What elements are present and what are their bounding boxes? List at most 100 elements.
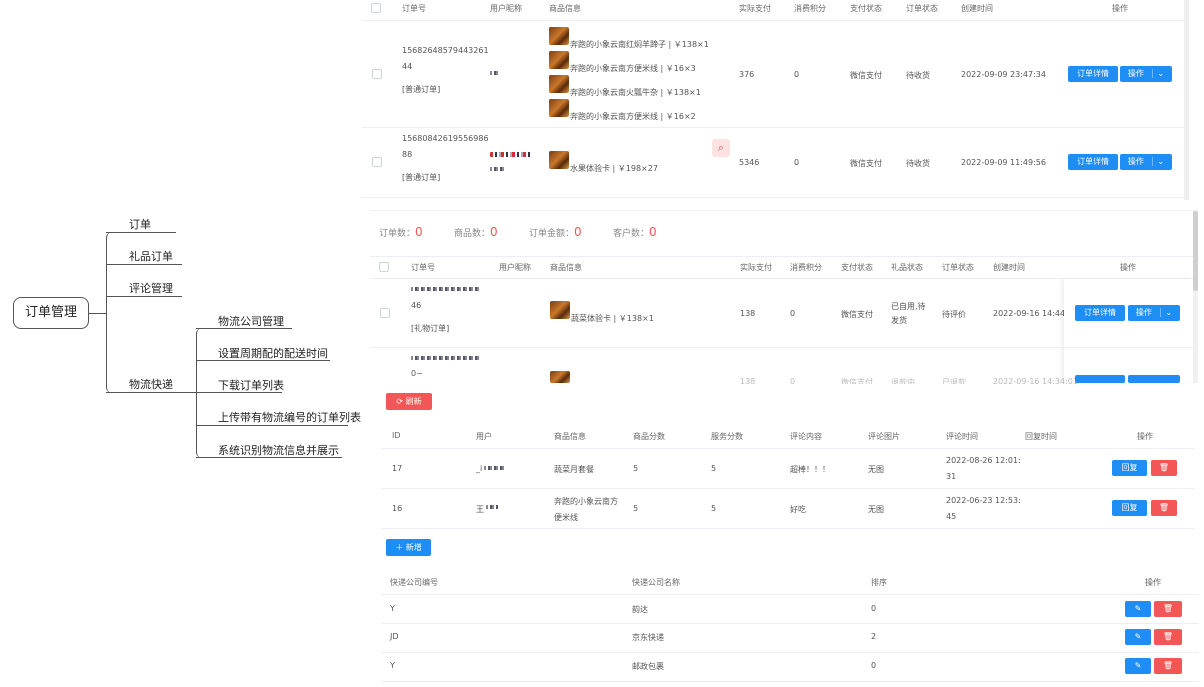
row-checkbox[interactable]	[372, 69, 382, 79]
comment-time: 2022-08-26 12:01:	[946, 456, 1021, 465]
order-type: [普通订单]	[402, 173, 441, 182]
service-score: 5	[711, 464, 717, 473]
mindmap-node-order: 订单	[129, 218, 151, 231]
order-type: [普通订单]	[402, 85, 441, 94]
created-time: 2022-09-09 11:49:56	[961, 158, 1046, 167]
express-sort: 0	[871, 604, 877, 613]
trash-icon[interactable]: 🗑	[1154, 658, 1182, 674]
col-header: 支付状态	[841, 263, 873, 272]
comment-image: 无图	[868, 465, 884, 474]
edit-icon[interactable]: ✎	[1125, 658, 1151, 674]
comment-content: 好吃	[790, 505, 806, 514]
trash-icon[interactable]: 🗑	[1154, 601, 1182, 617]
select-all-checkbox[interactable]	[379, 262, 389, 272]
operation-label: 操作	[1135, 308, 1152, 317]
edit-icon[interactable]: ✎	[1125, 601, 1151, 617]
col-header: 商品信息	[550, 263, 582, 272]
add-label: 新增	[405, 543, 422, 552]
col-header: 操作	[1120, 263, 1136, 272]
reply-button[interactable]: 回复	[1112, 500, 1147, 516]
refresh-button[interactable]: ⟳ 刷新	[386, 393, 432, 410]
operation-dropdown-button[interactable]: 操作 ⌄	[1128, 305, 1180, 321]
product-thumbnail	[549, 75, 569, 93]
col-header: ID	[392, 431, 401, 440]
col-header: 商品信息	[554, 432, 586, 441]
reply-button[interactable]: 回复	[1112, 460, 1147, 476]
goods-score: 5	[633, 504, 639, 513]
divider	[381, 652, 1199, 653]
goods-info: 奔跑的小象云南方	[554, 497, 618, 506]
express-panel: ＋ 新增 快递公司编号 快递公司名称 排序 操作 Y 韵达 0 ✎ 🗑 JD 京…	[381, 534, 1199, 684]
scrollbar-thumb[interactable]	[1193, 211, 1198, 291]
scrollbar[interactable]	[1193, 211, 1198, 383]
connector	[106, 232, 176, 233]
goods-info: 便米线	[554, 513, 578, 522]
pay-status: 微信支付	[850, 71, 882, 80]
col-header: 订单状态	[942, 263, 974, 272]
col-header: 订单状态	[906, 4, 938, 13]
select-all-checkbox[interactable]	[371, 3, 381, 13]
stat-order-count: 订单数：0	[379, 225, 423, 239]
mindmap-node-upload-orders: 上传带有物流编号的订单列表	[218, 411, 361, 424]
comment-id: 16	[392, 504, 403, 513]
col-header: 快递公司名称	[632, 578, 680, 587]
pay-status: 微信支付	[850, 159, 882, 168]
order-number: 44	[402, 62, 413, 71]
row-checkbox[interactable]	[372, 157, 382, 167]
refresh-label: 刷新	[405, 397, 422, 406]
order-status: 待收货	[906, 159, 930, 168]
trash-icon[interactable]: 🗑	[1151, 500, 1177, 516]
gift-orders-panel: 订单数：0 商品数：0 订单金额：0 客户数：0 订单号 用户昵称 商品信息 实…	[370, 210, 1198, 387]
row-checkbox[interactable]	[380, 308, 390, 318]
mindmap-node-download-orders: 下载订单列表	[218, 379, 284, 392]
order-number-obscured	[411, 356, 481, 360]
connector	[196, 425, 348, 426]
operation-dropdown-button[interactable]: 操作 ⌄	[1120, 154, 1172, 170]
user-obscured	[484, 466, 506, 470]
col-header: 商品分数	[633, 432, 665, 441]
operation-dropdown-button[interactable]: 操作 ⌄	[1120, 66, 1172, 82]
connector	[196, 328, 207, 458]
divider	[362, 20, 1189, 21]
product-info: 奔跑的小象云南红焖羊蹄子 | ￥138×1	[570, 40, 709, 49]
plus-icon: ＋	[395, 543, 404, 552]
col-header: 商品信息	[549, 4, 581, 13]
col-header: 快递公司编号	[390, 578, 438, 587]
divider	[381, 594, 1199, 595]
service-score: 5	[711, 504, 717, 513]
comment-time: 45	[946, 512, 957, 521]
connector	[106, 392, 196, 393]
mindmap-node-logistics: 物流快递	[129, 378, 173, 391]
scrollbar[interactable]	[1184, 0, 1189, 200]
operation-label: 操作	[1127, 69, 1144, 78]
order-type: [礼物订单]	[411, 324, 450, 333]
order-detail-button[interactable]	[1075, 375, 1125, 383]
product-info: 奔跑的小象云南方便米线 | ￥16×2	[570, 112, 696, 121]
add-button[interactable]: ＋ 新增	[386, 539, 431, 556]
col-header: 订单号	[411, 263, 435, 272]
trash-icon[interactable]: 🗑	[1151, 460, 1177, 476]
order-detail-button[interactable]: 订单详情	[1068, 66, 1118, 82]
order-number-obscured	[411, 287, 481, 291]
operation-dropdown-button[interactable]	[1128, 375, 1180, 383]
col-header: 创建时间	[993, 263, 1025, 272]
product-info: 奔跑的小象云南方便米线 | ￥16×3	[570, 64, 696, 73]
gift-status: 已自用,待	[891, 302, 926, 311]
order-detail-button[interactable]: 订单详情	[1068, 154, 1118, 170]
col-header: 实际支付	[739, 4, 771, 13]
orders-panel: 订单号 用户昵称 商品信息 实际支付 消费积分 支付状态 订单状态 创建时间 操…	[362, 0, 1189, 200]
search-icon[interactable]: ⌕	[712, 139, 730, 157]
divider	[381, 528, 1195, 529]
mindmap-node-recognize-logistics: 系统识别物流信息并展示	[218, 444, 339, 457]
order-number: 88	[402, 150, 413, 159]
trash-icon[interactable]: 🗑	[1154, 629, 1182, 645]
order-number: 15680842619556986	[402, 134, 489, 143]
product-thumbnail	[549, 27, 569, 45]
order-status: 待收货	[906, 71, 930, 80]
col-header: 操作	[1145, 578, 1161, 587]
user-nickname	[490, 167, 506, 171]
order-detail-button[interactable]: 订单详情	[1075, 305, 1125, 321]
col-header: 用户	[476, 432, 492, 441]
chevron-down-icon: ⌄	[1152, 157, 1165, 166]
edit-icon[interactable]: ✎	[1125, 629, 1151, 645]
